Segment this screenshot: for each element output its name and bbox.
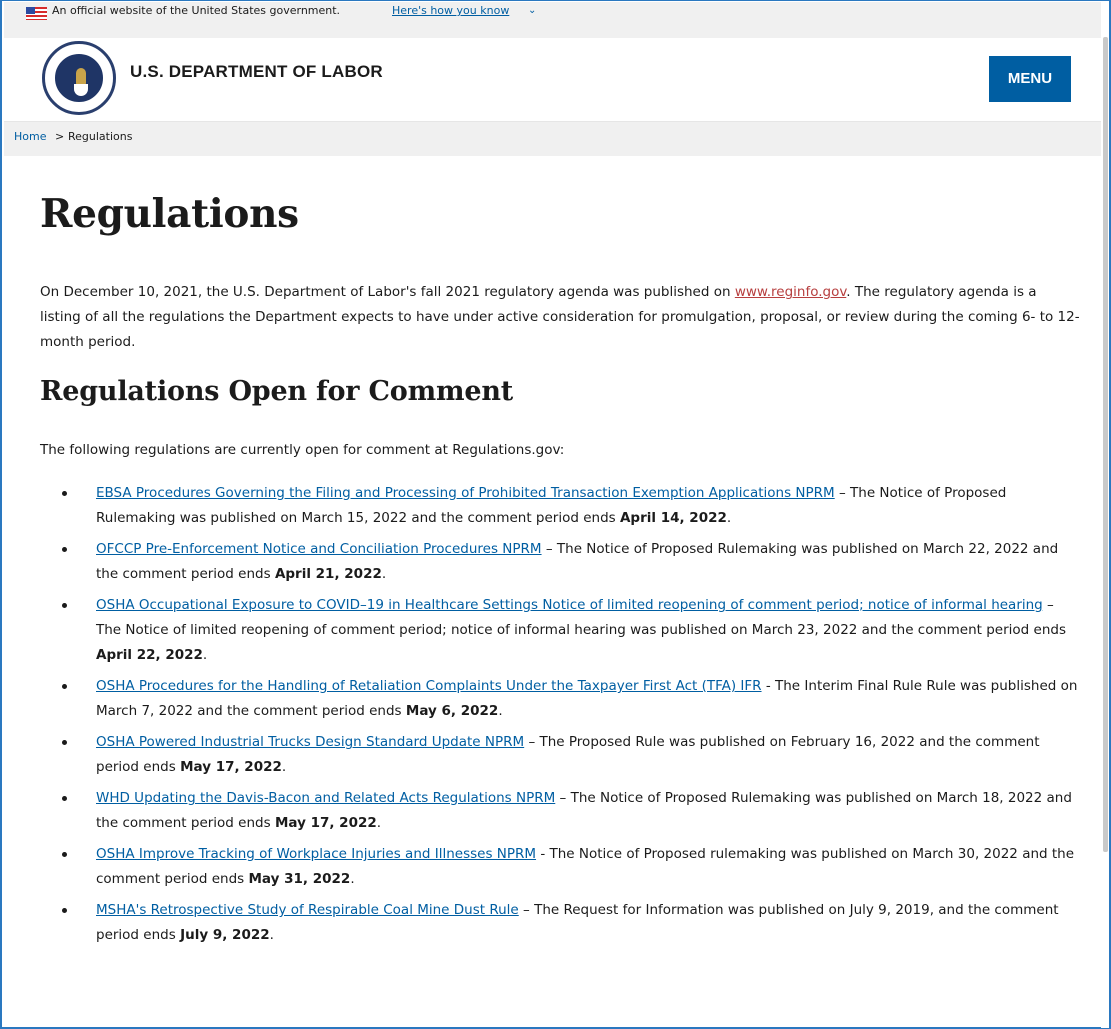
regulation-end: . (350, 871, 355, 887)
dol-seal-icon[interactable] (42, 41, 116, 115)
regulation-end: . (726, 510, 732, 526)
regulation-link[interactable]: MSHA's Retrospective Study of Respirable… (96, 902, 519, 918)
list-item: OFCCP Pre-Enforcement Notice and Concili… (62, 537, 1080, 587)
comment-deadline: May 17, 2022 (274, 815, 377, 831)
gov-banner-text: An official website of the United States… (52, 4, 341, 17)
section-lead: The following regulations are currently … (40, 442, 565, 458)
regulation-link[interactable]: EBSA Procedures Governing the Filing and… (96, 485, 835, 501)
list-item: OSHA Occupational Exposure to COVID–19 i… (62, 593, 1080, 668)
regulation-end: . (381, 566, 387, 582)
regulation-link[interactable]: OSHA Procedures for the Handling of Reta… (96, 678, 762, 694)
intro-text-before: On December 10, 2021, the U.S. Departmen… (40, 284, 735, 300)
comment-deadline: July 9, 2022 (180, 927, 270, 943)
list-item: OSHA Powered Industrial Trucks Design St… (62, 730, 1080, 780)
site-header: U.S. DEPARTMENT OF LABOR MENU (4, 38, 1104, 122)
regulations-list: EBSA Procedures Governing the Filing and… (40, 481, 1080, 954)
comment-deadline: May 6, 2022 (405, 703, 499, 719)
regulation-end: . (281, 759, 287, 775)
regulation-link[interactable]: OSHA Improve Tracking of Workplace Injur… (96, 846, 536, 862)
regulation-end: . (376, 815, 382, 831)
agency-name[interactable]: U.S. DEPARTMENT OF LABOR (130, 62, 383, 82)
comment-deadline: May 31, 2022 (248, 871, 351, 887)
menu-button[interactable]: MENU (989, 56, 1071, 102)
regulation-link[interactable]: OSHA Powered Industrial Trucks Design St… (96, 734, 524, 750)
gov-banner: An official website of the United States… (4, 2, 1104, 38)
scrollbar[interactable] (1101, 1, 1109, 1028)
page-title: Regulations (40, 191, 299, 237)
breadcrumb-home-link[interactable]: Home (14, 122, 46, 152)
regulation-end: . (269, 927, 274, 943)
chevron-right-icon: > (55, 130, 65, 143)
heres-how-you-know-link[interactable]: Here's how you know (392, 0, 509, 29)
list-item: EBSA Procedures Governing the Filing and… (62, 481, 1080, 531)
comment-deadline: May 17, 2022 (180, 759, 282, 775)
reginfo-link[interactable]: www.reginfo.gov (735, 284, 846, 300)
regulation-end: . (202, 647, 208, 663)
list-item: OSHA Procedures for the Handling of Reta… (62, 674, 1080, 724)
list-item: MSHA's Retrospective Study of Respirable… (62, 898, 1080, 948)
list-item: OSHA Improve Tracking of Workplace Injur… (62, 842, 1080, 892)
section-title: Regulations Open for Comment (40, 376, 514, 407)
comment-deadline: April 14, 2022 (619, 510, 727, 526)
comment-deadline: April 21, 2022 (274, 566, 382, 582)
breadcrumb-current: Regulations (68, 130, 133, 143)
regulation-link[interactable]: WHD Updating the Davis-Bacon and Related… (96, 790, 555, 806)
intro-paragraph: On December 10, 2021, the U.S. Departmen… (40, 280, 1080, 355)
breadcrumb: Home > Regulations (4, 122, 1104, 156)
scrollbar-thumb[interactable] (1103, 37, 1108, 852)
us-flag-icon (26, 7, 47, 20)
list-item: WHD Updating the Davis-Bacon and Related… (62, 786, 1080, 836)
chevron-down-icon[interactable]: ⌄ (528, 0, 536, 29)
regulation-link[interactable]: OSHA Occupational Exposure to COVID–19 i… (96, 597, 1043, 613)
browser-frame: An official website of the United States… (0, 0, 1111, 1029)
regulation-end: . (498, 703, 503, 719)
regulation-link[interactable]: OFCCP Pre-Enforcement Notice and Concili… (96, 541, 542, 557)
comment-deadline: April 22, 2022 (96, 647, 203, 663)
